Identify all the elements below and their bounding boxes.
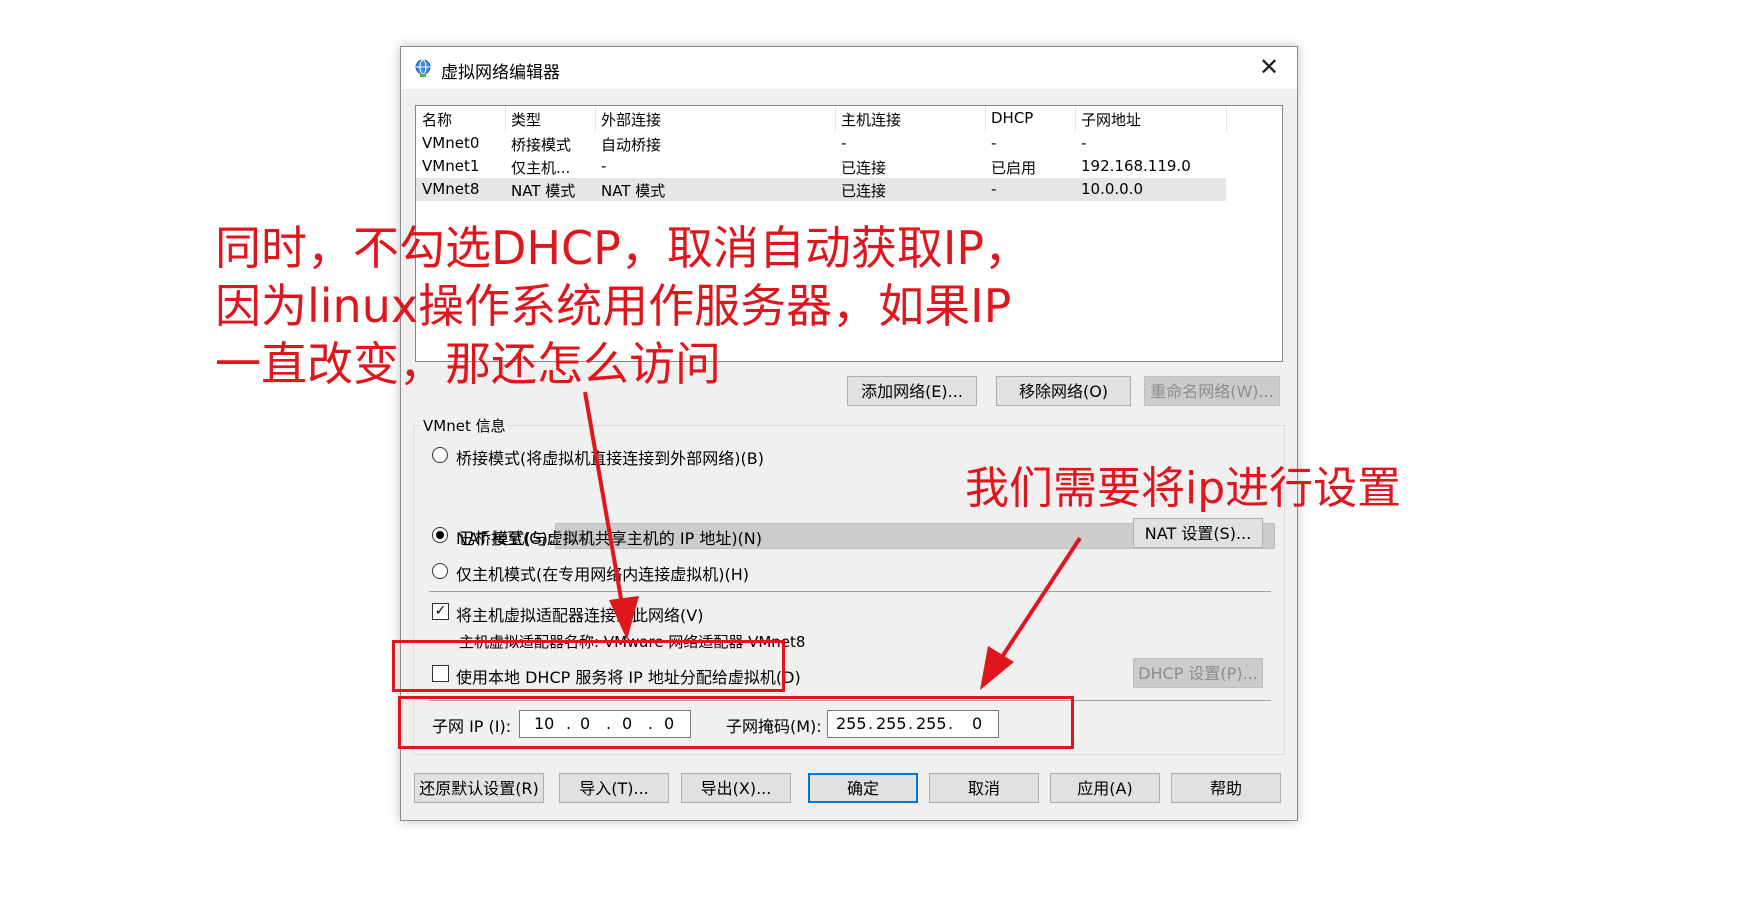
annotation-left-line1: 同时，不勾选DHCP，取消自动获取IP， bbox=[215, 221, 1031, 275]
arrow-right-line bbox=[998, 536, 1082, 662]
annotation-left-line3: 一直改变，那还怎么访问 bbox=[215, 337, 721, 391]
arrow-left-head bbox=[609, 596, 639, 640]
arrow-left-line bbox=[583, 391, 625, 611]
arrow-right-head bbox=[980, 646, 1014, 690]
annotation-arrows bbox=[583, 391, 1082, 690]
annotation-left-line2: 因为linux操作系统用作服务器，如果IP bbox=[215, 279, 1012, 333]
annotation-right: 我们需要将ip进行设置 bbox=[965, 463, 1402, 514]
